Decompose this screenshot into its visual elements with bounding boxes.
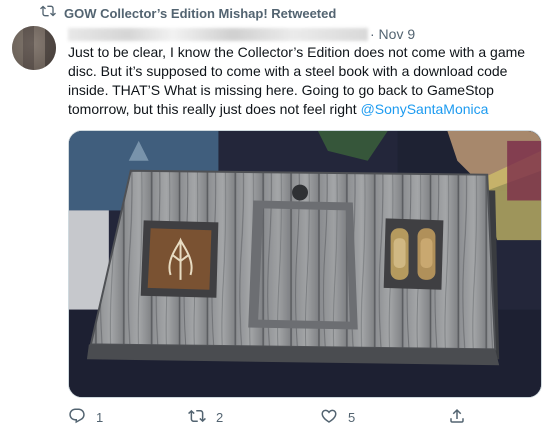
tweet-text-line: tomorrow, but this really just does not … xyxy=(68,100,538,119)
share-icon xyxy=(448,407,466,428)
tweet-text-line: inside. THAT’S What is missing here. Goi… xyxy=(68,82,494,98)
retweeted-by-header[interactable]: GOW Collector’s Edition Mishap! Retweete… xyxy=(40,4,336,22)
tweet-text-line: disc. But it’s supposed to come with a s… xyxy=(68,63,508,79)
tweet-text-line-start: tomorrow, but this really just does not … xyxy=(68,101,361,117)
reply-icon xyxy=(68,407,86,428)
tweet-text: Just to be clear, I know the Collector’s… xyxy=(68,43,538,119)
share-button[interactable] xyxy=(448,407,466,428)
reply-count: 1 xyxy=(96,409,104,425)
tweet-text-line: Just to be clear, I know the Collector’s… xyxy=(68,44,526,60)
retweet-button[interactable]: 2 xyxy=(188,407,223,428)
retweeted-by-label: GOW Collector’s Edition Mishap! Retweete… xyxy=(64,5,337,21)
reply-button[interactable]: 1 xyxy=(68,407,103,428)
retweet-icon xyxy=(40,3,56,24)
avatar[interactable] xyxy=(12,26,56,70)
collectors-box-photo xyxy=(69,131,541,397)
heart-icon xyxy=(320,407,338,428)
mention-link[interactable]: @SonySantaMonica xyxy=(361,101,489,117)
tweet-date[interactable]: · Nov 9 xyxy=(370,26,415,42)
like-button[interactable]: 5 xyxy=(320,407,355,428)
tweet-header: · Nov 9 xyxy=(68,25,538,43)
retweet-icon xyxy=(188,407,206,428)
like-count: 5 xyxy=(348,409,356,425)
tweet-actions: 1 2 5 xyxy=(68,404,478,430)
author-name-redacted[interactable] xyxy=(68,27,368,41)
retweet-count: 2 xyxy=(216,409,224,425)
tweet-photo[interactable] xyxy=(68,130,542,398)
